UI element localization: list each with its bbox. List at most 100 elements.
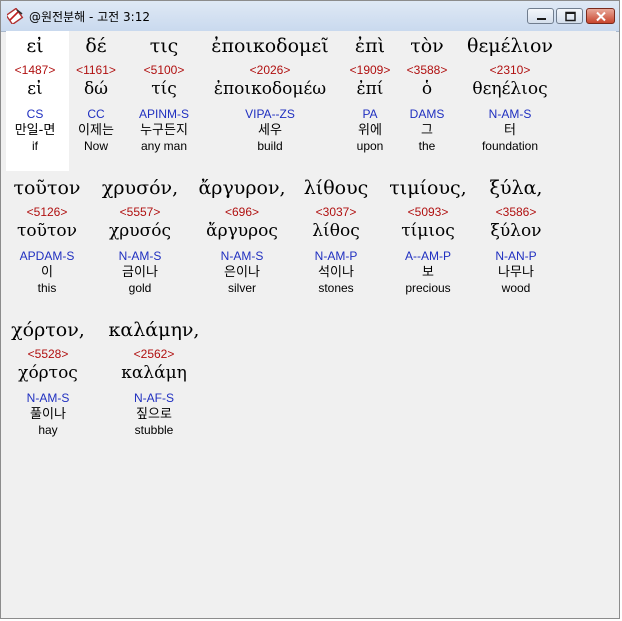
strong-number: <5528> <box>27 347 69 361</box>
interlinear-window: @원전분해 - 고전 3:12 εἰ <1487> εἰ CS 만일-면 if … <box>0 0 620 619</box>
word-entry[interactable]: τις <5100> τίς APINM-S 누구든지 any man <box>128 31 200 154</box>
strong-number: <5100> <box>143 63 185 77</box>
strong-number: <5093> <box>407 205 449 219</box>
parsing-code: N-AF-S <box>134 391 174 405</box>
word-entry[interactable]: εἰ <1487> εἰ CS 만일-면 if <box>6 31 64 154</box>
strong-number: <5126> <box>26 205 68 219</box>
greek-word: ἄργυρον, <box>198 177 286 199</box>
korean-gloss: 만일-면 <box>14 123 56 138</box>
greek-word: ἐπὶ <box>354 35 386 57</box>
close-button[interactable] <box>586 8 615 24</box>
lemma: εἰ <box>27 79 43 99</box>
word-entry[interactable]: τιμίους, <5093> τίμιος A--AM-P 보 preciou… <box>380 173 476 296</box>
parsing-code: N-AM-P <box>314 249 358 263</box>
greek-word: τὸν <box>410 35 444 57</box>
korean-gloss: 이 <box>41 265 53 280</box>
korean-gloss: 짚으로 <box>136 407 172 422</box>
title-bar[interactable]: @원전분해 - 고전 3:12 <box>1 1 619 32</box>
strong-number: <696> <box>224 205 260 219</box>
strong-number: <2562> <box>133 347 175 361</box>
parsing-code: N-AN-P <box>495 249 537 263</box>
word-entry[interactable]: ἄργυρον, <696> ἄργυρος N-AM-S 은이나 silver <box>192 173 292 296</box>
english-gloss: foundation <box>481 139 539 153</box>
strong-number: <3037> <box>315 205 357 219</box>
korean-gloss: 금이나 <box>122 265 158 280</box>
greek-word: τιμίους, <box>389 177 467 199</box>
lemma: ὁ <box>421 79 433 99</box>
lemma: τίμιος <box>401 221 455 241</box>
english-gloss: wood <box>501 281 531 295</box>
word-entry[interactable]: χόρτον, <5528> χόρτος N-AM-S 풀이나 hay <box>6 315 90 438</box>
lemma: θεηέλιος <box>472 79 548 99</box>
word-entry[interactable]: καλάμην, <2562> καλάμη N-AF-S 짚으로 stubbl… <box>102 315 206 438</box>
korean-gloss: 은이나 <box>224 265 260 280</box>
parsing-code: N-AM-S <box>26 391 70 405</box>
korean-gloss: 석이나 <box>318 265 354 280</box>
strong-number: <1487> <box>14 63 56 77</box>
word-entry[interactable]: ἐποικοδομεῖ <2026> ἐποικοδομέω VIPA--ZS … <box>204 31 336 154</box>
greek-word: δέ <box>85 35 107 57</box>
word-entry[interactable]: χρυσόν, <5557> χρυσός N-AM-S 금이나 gold <box>94 173 186 296</box>
parsing-code: CC <box>87 107 105 121</box>
korean-gloss: 이제는 <box>78 123 114 138</box>
lemma: δώ <box>83 79 109 99</box>
english-gloss: stones <box>318 281 354 295</box>
parsing-code: APDAM-S <box>19 249 75 263</box>
korean-gloss: 그 <box>421 123 433 138</box>
minimize-icon <box>537 18 546 20</box>
word-entry[interactable]: δέ <1161> δώ CC 이제는 Now <box>68 31 124 154</box>
close-icon <box>596 11 606 22</box>
parsing-code: N-AM-S <box>488 107 532 121</box>
word-entry[interactable]: λίθους <3037> λίθος N-AM-P 석이나 stones <box>298 173 374 296</box>
english-gloss: the <box>418 139 436 153</box>
korean-gloss: 터 <box>504 123 516 138</box>
english-gloss: upon <box>356 139 384 153</box>
korean-gloss: 풀이나 <box>30 407 66 422</box>
strong-number: <5557> <box>119 205 161 219</box>
english-gloss: build <box>257 139 283 153</box>
word-entry[interactable]: τοῦτον <5126> τοῦτον APDAM-S 이 this <box>6 173 88 296</box>
english-gloss: gold <box>128 281 152 295</box>
word-entry[interactable]: ἐπὶ <1909> ἐπί PA 위에 upon <box>344 31 396 154</box>
word-entry[interactable]: θεμέλιον <2310> θεηέλιος N-AM-S 터 founda… <box>458 31 562 154</box>
greek-word: εἰ <box>26 35 44 57</box>
korean-gloss: 세우 <box>258 123 282 138</box>
korean-gloss: 보 <box>422 265 434 280</box>
parsing-code: A--AM-P <box>405 249 451 263</box>
word-entry[interactable]: τὸν <3588> ὁ DAMS 그 the <box>400 31 454 154</box>
parsing-code: DAMS <box>409 107 445 121</box>
english-gloss: this <box>37 281 57 295</box>
english-gloss: precious <box>405 281 451 295</box>
greek-word: θεμέλιον <box>467 35 553 57</box>
word-entry[interactable]: ξύλα, <3586> ξύλον N-AN-P 나무나 wood <box>482 173 550 296</box>
greek-word: τις <box>149 35 179 57</box>
lemma: τοῦτον <box>17 221 77 241</box>
maximize-button[interactable] <box>556 8 583 24</box>
parsing-code: N-AM-S <box>220 249 264 263</box>
english-gloss: Now <box>83 139 108 153</box>
lemma: χρυσός <box>109 221 171 241</box>
lemma: λίθος <box>312 221 360 241</box>
strong-number: <3588> <box>406 63 448 77</box>
korean-gloss: 누구든지 <box>140 123 188 138</box>
korean-gloss: 위에 <box>358 123 382 138</box>
greek-word: ξύλα, <box>489 177 543 199</box>
window-title: @원전분해 - 고전 3:12 <box>29 10 150 24</box>
english-gloss: if <box>32 139 38 153</box>
english-gloss: any man <box>140 139 188 153</box>
strong-number: <1909> <box>349 63 391 77</box>
lemma: ἐποικοδομέω <box>213 79 327 99</box>
parsing-code: VIPA--ZS <box>245 107 295 121</box>
lemma: καλάμη <box>121 363 187 383</box>
greek-word: χόρτον, <box>11 319 85 341</box>
english-gloss: hay <box>38 423 58 437</box>
minimize-button[interactable] <box>527 8 554 24</box>
greek-word: λίθους <box>303 177 369 199</box>
parsing-code: CS <box>26 107 44 121</box>
lemma: τίς <box>151 79 177 99</box>
greek-word: τοῦτον <box>13 177 81 199</box>
korean-gloss: 나무나 <box>498 265 534 280</box>
strong-number: <2310> <box>489 63 531 77</box>
parsing-code: PA <box>362 107 378 121</box>
app-logo-icon <box>7 8 24 24</box>
